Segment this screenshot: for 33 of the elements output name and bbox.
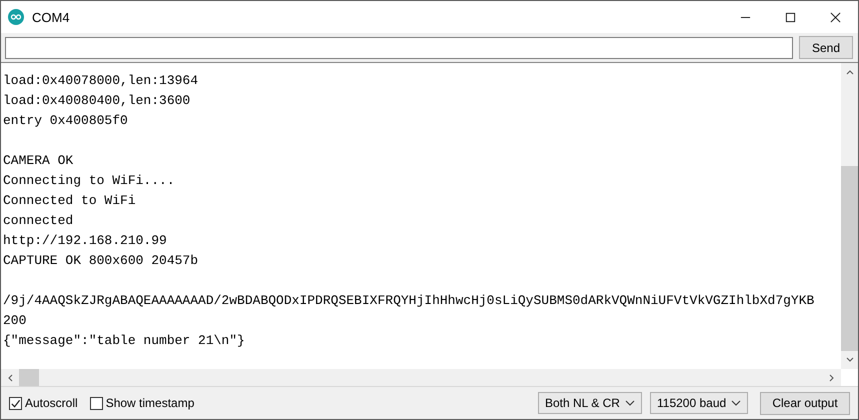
- scroll-thumb[interactable]: [841, 166, 858, 351]
- line-ending-dropdown[interactable]: Both NL & CR: [538, 392, 642, 414]
- caret-icon: [731, 400, 741, 406]
- scroll-right-icon[interactable]: [829, 374, 835, 382]
- input-field[interactable]: [5, 36, 793, 58]
- output-line: Connected to WiFi: [3, 192, 137, 210]
- scroll-down-icon[interactable]: [846, 357, 854, 363]
- baud-rate-dropdown[interactable]: 115200 baud: [650, 392, 748, 414]
- checkbox[interactable]: [90, 396, 103, 410]
- output-line: /9j/4AAQSkZJRgABAQEAAAAAAAD/2wBDABQODxIPDRQSEBIXFRQYHjIhHhwcHj0sLiQySUBMS0dARkVQWnNiUFVtVkVGZIhlbXd7gYKB: [3, 292, 816, 310]
- output-line: CAPTURE OK 800x600 20457b: [3, 252, 200, 270]
- caret-icon: [625, 400, 635, 406]
- scroll-thumb[interactable]: [19, 369, 39, 386]
- output-line: entry 0x400805f0: [3, 112, 129, 130]
- checkbox-label[interactable]: Show timestamp: [106, 396, 194, 410]
- scroll-up-icon[interactable]: [846, 69, 854, 75]
- vertical-scrollbar[interactable]: [841, 63, 858, 369]
- output-line: http://192.168.210.99: [3, 232, 168, 250]
- output-line: 200: [3, 312, 28, 330]
- output-line: load:0x40078000,len:13964: [3, 72, 200, 90]
- output-line: CAMERA OK: [3, 152, 74, 170]
- scroll-left-icon[interactable]: [7, 374, 13, 382]
- output-line: connected: [3, 212, 74, 230]
- window-title: COM4: [32, 10, 70, 24]
- checkbox[interactable]: [9, 396, 22, 410]
- output-line: Connecting to WiFi....: [3, 172, 176, 190]
- output-line: load:0x40080400,len:3600: [3, 92, 192, 110]
- output-line: {"message":"table number 21\n"}: [3, 332, 246, 350]
- clear-output-button[interactable]: Clear output: [760, 392, 850, 414]
- app-logo-icon: [8, 9, 24, 25]
- send-button[interactable]: Send: [799, 36, 853, 59]
- checkbox-label[interactable]: Autoscroll: [25, 396, 78, 410]
- horizontal-scrollbar[interactable]: [1, 369, 841, 386]
